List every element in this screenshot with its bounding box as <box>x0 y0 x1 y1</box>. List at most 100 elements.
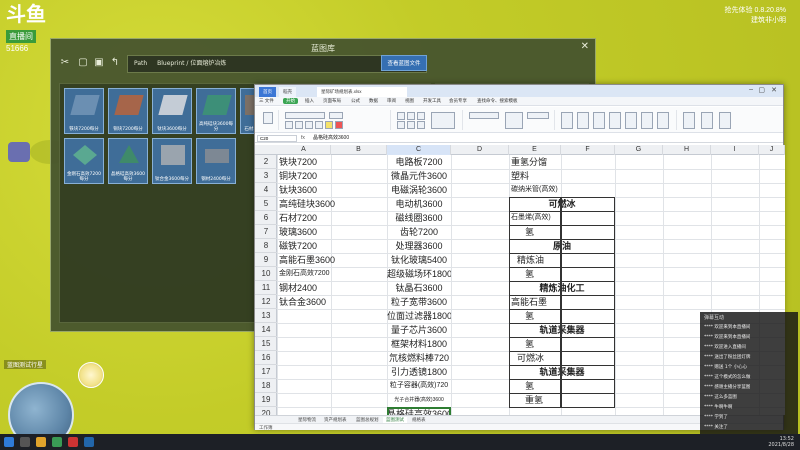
cell-c[interactable]: 引力透镜1800 <box>387 365 451 379</box>
blueprint-item[interactable]: 金刚石高效7200每分 <box>64 138 104 184</box>
cell-a[interactable]: 磁铁7200 <box>279 239 379 253</box>
cell-a[interactable]: 石材7200 <box>279 211 379 225</box>
tab-home[interactable]: 首页 <box>259 87 276 97</box>
cell-c[interactable]: 电路板7200 <box>387 155 451 169</box>
row-header[interactable]: 15 <box>255 337 277 351</box>
game-app-icon[interactable] <box>84 437 94 447</box>
cell-a[interactable] <box>279 351 379 365</box>
system-clock[interactable]: 13:52 2021/8/28 <box>768 436 794 448</box>
worksheet-icon[interactable] <box>657 112 669 129</box>
command-search[interactable]: 查找命令、搜索模板 <box>477 98 518 104</box>
column-header[interactable]: D <box>451 145 509 155</box>
filter-icon[interactable] <box>577 112 589 129</box>
cell-a[interactable] <box>279 323 379 337</box>
menu-file[interactable]: 三 文件 <box>259 98 274 104</box>
cell-c[interactable]: 磁线圈3600 <box>387 211 451 225</box>
rows-columns-icon[interactable] <box>641 112 653 129</box>
align-left-icon[interactable] <box>397 121 405 129</box>
conditional-format-icon[interactable] <box>505 112 523 129</box>
browser-icon[interactable] <box>68 437 78 447</box>
cell-a[interactable] <box>279 365 379 379</box>
row-header[interactable]: 18 <box>255 379 277 393</box>
cell-c[interactable]: 钛晶石3600 <box>387 281 451 295</box>
number-format-select[interactable] <box>469 112 499 119</box>
align-top-icon[interactable] <box>397 112 405 120</box>
fill-icon[interactable] <box>609 112 621 129</box>
row-header[interactable]: 3 <box>255 169 277 183</box>
cell-c[interactable]: 位面过滤器1800 <box>387 309 451 323</box>
close-icon[interactable]: ✕ <box>771 86 777 94</box>
cell-c[interactable]: 粒子宽带3600 <box>387 295 451 309</box>
cell-c[interactable]: 框架材料1800 <box>387 337 451 351</box>
column-header[interactable]: G <box>615 145 663 155</box>
row-header[interactable]: 8 <box>255 239 277 253</box>
cell-a[interactable]: 钢材2400 <box>279 281 379 295</box>
table-style-icon[interactable] <box>527 112 549 119</box>
merge-center-icon[interactable] <box>431 112 455 129</box>
blueprint-item[interactable]: 钛合金3600每分 <box>152 138 192 184</box>
maximize-icon[interactable]: ▢ <box>758 86 765 94</box>
fill-color-icon[interactable] <box>325 121 333 129</box>
cell-c[interactable]: 钛化玻璃5400 <box>387 253 451 267</box>
symbol-icon[interactable] <box>719 112 731 129</box>
cell-a[interactable] <box>279 407 379 415</box>
sort-icon[interactable] <box>593 112 605 129</box>
open-blueprint-folder-button[interactable]: 查看蓝图文件 <box>381 55 427 71</box>
row-header[interactable]: 13 <box>255 309 277 323</box>
cell-a[interactable]: 铜块7200 <box>279 169 379 183</box>
column-header[interactable]: J <box>759 145 785 155</box>
freeze-panes-icon[interactable] <box>683 112 695 129</box>
row-header[interactable]: 16 <box>255 351 277 365</box>
menu-page-layout[interactable]: 页面布局 <box>323 98 341 104</box>
minimize-icon[interactable]: – <box>749 86 753 93</box>
format-icon[interactable] <box>625 112 637 129</box>
cell-c[interactable]: 氘核燃料棒720 <box>387 351 451 365</box>
fx-icon[interactable]: fx <box>301 135 305 141</box>
blueprint-item[interactable]: 钢材2400每分 <box>196 138 236 184</box>
windows-start-icon[interactable] <box>4 437 14 447</box>
italic-icon[interactable] <box>295 121 303 129</box>
menu-start[interactable]: 开始 <box>283 98 298 104</box>
selected-cell[interactable] <box>387 407 451 415</box>
row-header[interactable]: 7 <box>255 225 277 239</box>
cell-e[interactable]: 碳纳米管(高效) <box>511 183 611 197</box>
align-right-icon[interactable] <box>417 121 425 129</box>
column-header[interactable]: I <box>711 145 759 155</box>
menu-insert[interactable]: 插入 <box>305 98 314 104</box>
align-middle-icon[interactable] <box>407 112 415 120</box>
row-header[interactable]: 9 <box>255 253 277 267</box>
column-header[interactable]: B <box>331 145 387 155</box>
cell-a[interactable]: 钛合金3600 <box>279 295 379 309</box>
cell-a[interactable]: 钛块3600 <box>279 183 379 197</box>
find-icon[interactable] <box>701 112 713 129</box>
column-header[interactable]: F <box>561 145 615 155</box>
row-header[interactable]: 14 <box>255 323 277 337</box>
spreadsheet-app-icon[interactable] <box>52 437 62 447</box>
cell-e[interactable] <box>511 407 611 415</box>
cell-a[interactable]: 高能石墨3600 <box>279 253 379 267</box>
cell-c[interactable]: 微晶元件3600 <box>387 169 451 183</box>
menu-member[interactable]: 会员专享 <box>449 98 467 104</box>
scissors-icon[interactable]: ✂ <box>57 53 73 73</box>
cell-c[interactable]: 齿轮7200 <box>387 225 451 239</box>
border-icon[interactable] <box>315 121 323 129</box>
row-header[interactable]: 11 <box>255 281 277 295</box>
row-header[interactable]: 2 <box>255 155 277 169</box>
blueprint-item[interactable]: 钛块3600每分 <box>152 88 192 134</box>
menu-review[interactable]: 审阅 <box>387 98 396 104</box>
search-icon[interactable] <box>20 437 30 447</box>
row-header[interactable]: 6 <box>255 211 277 225</box>
paste-icon[interactable] <box>263 112 273 124</box>
font-size-select[interactable] <box>329 112 343 119</box>
cell-a[interactable]: 铁块7200 <box>279 155 379 169</box>
tab-docer[interactable]: 稻壳 <box>279 87 296 97</box>
name-box[interactable]: C20 <box>257 135 297 142</box>
sum-icon[interactable] <box>561 112 573 129</box>
row-header[interactable]: 20 <box>255 407 277 415</box>
row-header[interactable]: 10 <box>255 267 277 281</box>
blueprint-item[interactable]: 铁块7200每分 <box>64 88 104 134</box>
font-color-icon[interactable] <box>335 121 343 129</box>
bold-icon[interactable] <box>285 121 293 129</box>
cell-a[interactable]: 金刚石高效7200 <box>279 267 379 281</box>
cell-c[interactable]: 超级磁场环1800 <box>387 267 451 281</box>
